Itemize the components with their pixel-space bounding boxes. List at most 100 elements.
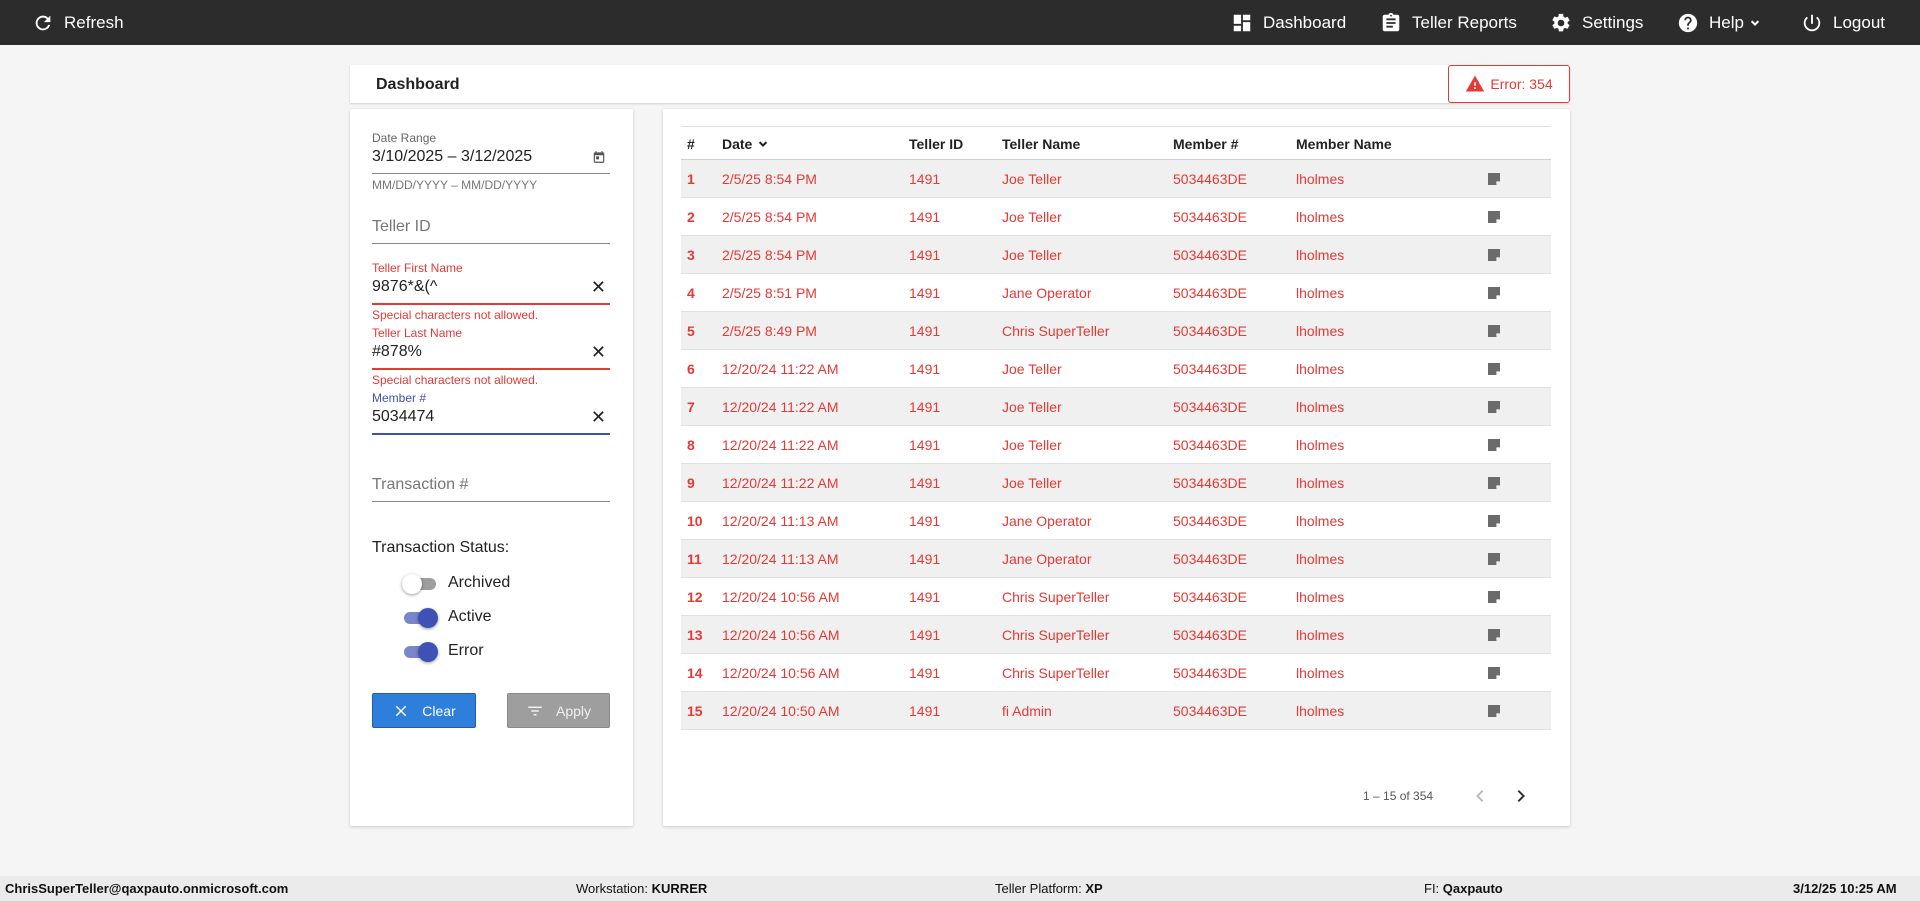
column-header-date[interactable]: Date [722, 136, 770, 152]
sticky-note-icon[interactable] [1486, 665, 1502, 681]
sticky-note-icon[interactable] [1486, 323, 1502, 339]
apply-button-label: Apply [555, 702, 592, 719]
row-index: 15 [687, 703, 703, 719]
row-index: 9 [687, 475, 695, 491]
date-range-input[interactable]: 3/10/2025 – 3/12/2025 [372, 148, 532, 165]
sticky-note-icon[interactable] [1486, 703, 1502, 719]
member-number-input[interactable]: 5034474 [372, 408, 434, 425]
table-row[interactable]: 1 2/5/25 8:54 PM 1491 Joe Teller 5034463DE lh… [681, 160, 1551, 198]
sticky-note-icon[interactable] [1486, 361, 1502, 377]
clear-member-number-icon[interactable]: ✕ [591, 407, 606, 427]
row-teller-id: 1491 [909, 703, 941, 719]
column-header-teller-id: Teller ID [909, 136, 964, 152]
row-teller-name: Joe Teller [1002, 399, 1062, 415]
row-member-name: lholmes [1296, 285, 1345, 301]
clear-last-name-icon[interactable]: ✕ [591, 342, 606, 362]
teller-first-name-field[interactable]: Teller First Name 9876*&(^ ✕ Special cha… [372, 261, 610, 322]
table-row[interactable]: 13 12/20/24 10:56 AM 1491 Chris SuperTeller… [681, 616, 1551, 654]
row-date: 12/20/24 11:22 AM [722, 437, 839, 453]
table-body: 1 2/5/25 8:54 PM 1491 Joe Teller 5034463DE lh… [681, 160, 1551, 730]
teller-first-name-input[interactable]: 9876*&(^ [372, 278, 437, 295]
table-row[interactable]: 14 12/20/24 10:56 AM 1491 Chris SuperTeller… [681, 654, 1551, 692]
table-row[interactable]: 5 2/5/25 8:49 PM 1491 Chris SuperTeller 5034… [681, 312, 1551, 350]
clear-button[interactable]: Clear [372, 693, 476, 728]
apply-button[interactable]: Apply [507, 693, 610, 728]
sticky-note-icon[interactable] [1486, 513, 1502, 529]
table-row[interactable]: 11 12/20/24 11:13 AM 1491 Jane Operator 5034… [681, 540, 1551, 578]
table-row[interactable]: 4 2/5/25 8:51 PM 1491 Jane Operator 5034463D… [681, 274, 1551, 312]
row-member-name: lholmes [1296, 171, 1345, 187]
sticky-note-icon[interactable] [1486, 247, 1502, 263]
refresh-button[interactable]: Refresh [32, 0, 124, 45]
next-page-icon[interactable] [1509, 784, 1533, 808]
sticky-note-icon[interactable] [1486, 399, 1502, 415]
nav-settings[interactable]: Settings [1550, 0, 1643, 45]
nav-teller-reports[interactable]: Teller Reports [1380, 0, 1517, 45]
row-member-number: 5034463DE [1173, 437, 1247, 453]
previous-page-icon[interactable] [1468, 784, 1492, 808]
error-count-badge[interactable]: Error: 354 [1448, 65, 1570, 103]
row-date: 12/20/24 10:56 AM [722, 589, 840, 605]
table-row[interactable]: 9 12/20/24 11:22 AM 1491 Joe Teller 5034463D… [681, 464, 1551, 502]
nav-logout[interactable]: Logout [1801, 0, 1885, 45]
clear-button-label: Clear [422, 702, 456, 719]
row-date: 12/20/24 10:56 AM [722, 627, 840, 643]
column-header-index: # [687, 136, 695, 152]
transaction-status-title: Transaction Status: [372, 539, 510, 556]
clipboard-icon [1382, 12, 1400, 31]
row-index: 6 [687, 361, 695, 377]
sticky-note-icon[interactable] [1486, 627, 1502, 643]
teller-id-field[interactable]: Teller ID [372, 215, 610, 244]
row-teller-name: Chris SuperTeller [1002, 323, 1110, 339]
row-date: 2/5/25 8:51 PM [722, 285, 817, 301]
sticky-note-icon[interactable] [1486, 437, 1502, 453]
clear-first-name-icon[interactable]: ✕ [591, 277, 606, 297]
member-number-field[interactable]: Member # 5034474 ✕ [372, 391, 610, 435]
calendar-icon[interactable] [592, 150, 606, 164]
teller-first-name-error: Special characters not allowed. [372, 308, 539, 322]
active-toggle[interactable] [402, 607, 438, 628]
row-date: 12/20/24 11:22 AM [722, 475, 839, 491]
row-member-number: 5034463DE [1173, 209, 1247, 225]
row-member-name: lholmes [1296, 513, 1345, 529]
archived-toggle[interactable] [402, 573, 438, 594]
top-navigation-bar: Refresh Dashboard Teller Reports Setting… [0, 0, 1920, 45]
table-row[interactable]: 15 12/20/24 10:50 AM 1491 fi Admin 5034463DE… [681, 692, 1551, 730]
table-row[interactable]: 2 2/5/25 8:54 PM 1491 Joe Teller 5034463DE lh… [681, 198, 1551, 236]
column-header-member-name: Member Name [1296, 136, 1392, 152]
table-row[interactable]: 3 2/5/25 8:54 PM 1491 Joe Teller 5034463DE lh… [681, 236, 1551, 274]
row-teller-name: Chris SuperTeller [1002, 627, 1110, 643]
row-index: 4 [687, 285, 695, 301]
nav-dashboard[interactable]: Dashboard [1231, 0, 1346, 45]
sticky-note-icon[interactable] [1486, 285, 1502, 301]
teller-last-name-field[interactable]: Teller Last Name #878% ✕ Special charact… [372, 326, 610, 387]
column-header-member-number: Member # [1173, 136, 1239, 152]
table-row[interactable]: 7 12/20/24 11:22 AM 1491 Joe Teller 5034463D… [681, 388, 1551, 426]
sticky-note-icon[interactable] [1486, 171, 1502, 187]
row-member-name: lholmes [1296, 209, 1345, 225]
footer-user: ChrisSuperTeller@qaxpauto.onmicrosoft.co… [5, 881, 289, 896]
transaction-number-input[interactable]: Transaction # [372, 476, 468, 493]
table-row[interactable]: 8 12/20/24 11:22 AM 1491 Joe Teller 5034463D… [681, 426, 1551, 464]
row-date: 12/20/24 11:13 AM [722, 513, 839, 529]
teller-id-input[interactable]: Teller ID [372, 218, 431, 235]
close-icon [396, 705, 407, 716]
sticky-note-icon[interactable] [1486, 589, 1502, 605]
table-row[interactable]: 10 12/20/24 11:13 AM 1491 Jane Operator 5034… [681, 502, 1551, 540]
transaction-number-field[interactable]: Transaction # [372, 473, 610, 502]
table-row[interactable]: 6 12/20/24 11:22 AM 1491 Joe Teller 5034463D… [681, 350, 1551, 388]
sticky-note-icon[interactable] [1486, 551, 1502, 567]
error-toggle[interactable] [402, 641, 438, 662]
refresh-label: Refresh [64, 12, 124, 32]
table-row[interactable]: 12 12/20/24 10:56 AM 1491 Chris SuperTeller… [681, 578, 1551, 616]
row-member-number: 5034463DE [1173, 399, 1247, 415]
sticky-note-icon[interactable] [1486, 209, 1502, 225]
row-teller-id: 1491 [909, 437, 941, 453]
footer-workstation: KURRER [651, 881, 708, 896]
nav-help[interactable]: Help [1677, 0, 1762, 45]
teller-last-name-input[interactable]: #878% [372, 343, 422, 360]
row-teller-id: 1491 [909, 361, 941, 377]
sticky-note-icon[interactable] [1486, 475, 1502, 491]
row-index: 5 [687, 323, 695, 339]
date-range-field[interactable]: Date Range 3/10/2025 – 3/12/2025 MM/DD/Y… [372, 131, 610, 192]
